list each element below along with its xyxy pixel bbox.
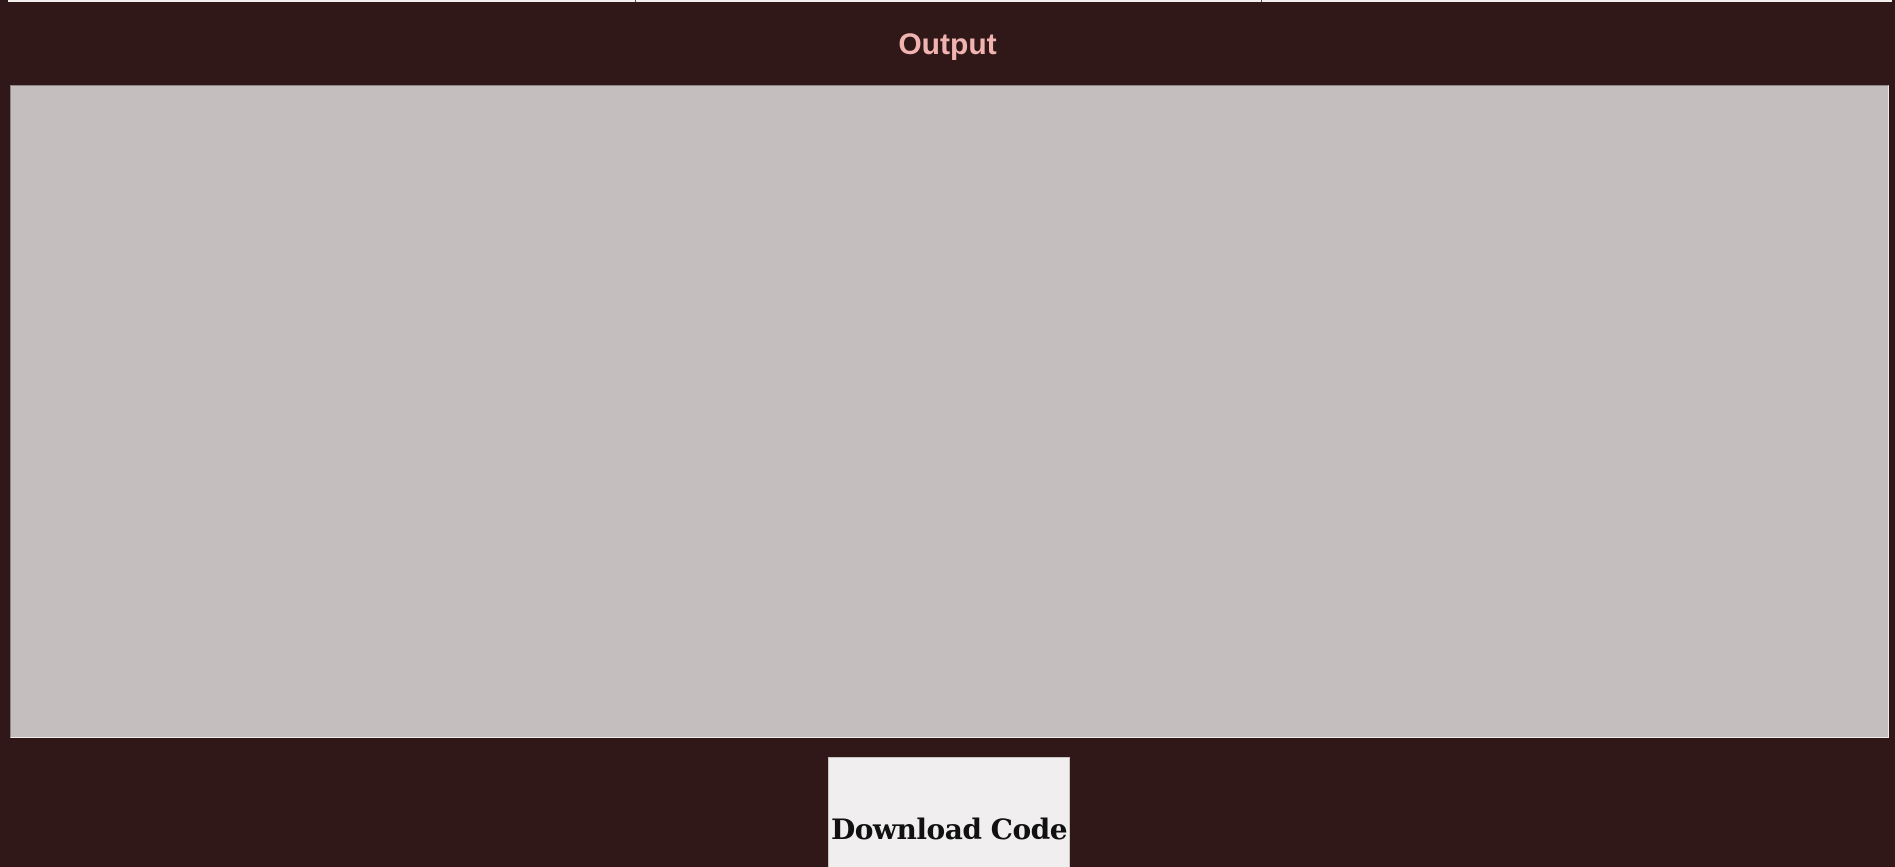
output-textarea[interactable]	[10, 85, 1889, 738]
panel-divider	[635, 0, 636, 2]
panel-divider	[1261, 0, 1262, 2]
output-title: Output	[898, 28, 997, 61]
download-code-button[interactable]: Download Code	[828, 757, 1070, 867]
top-panel-edge	[8, 0, 1892, 2]
